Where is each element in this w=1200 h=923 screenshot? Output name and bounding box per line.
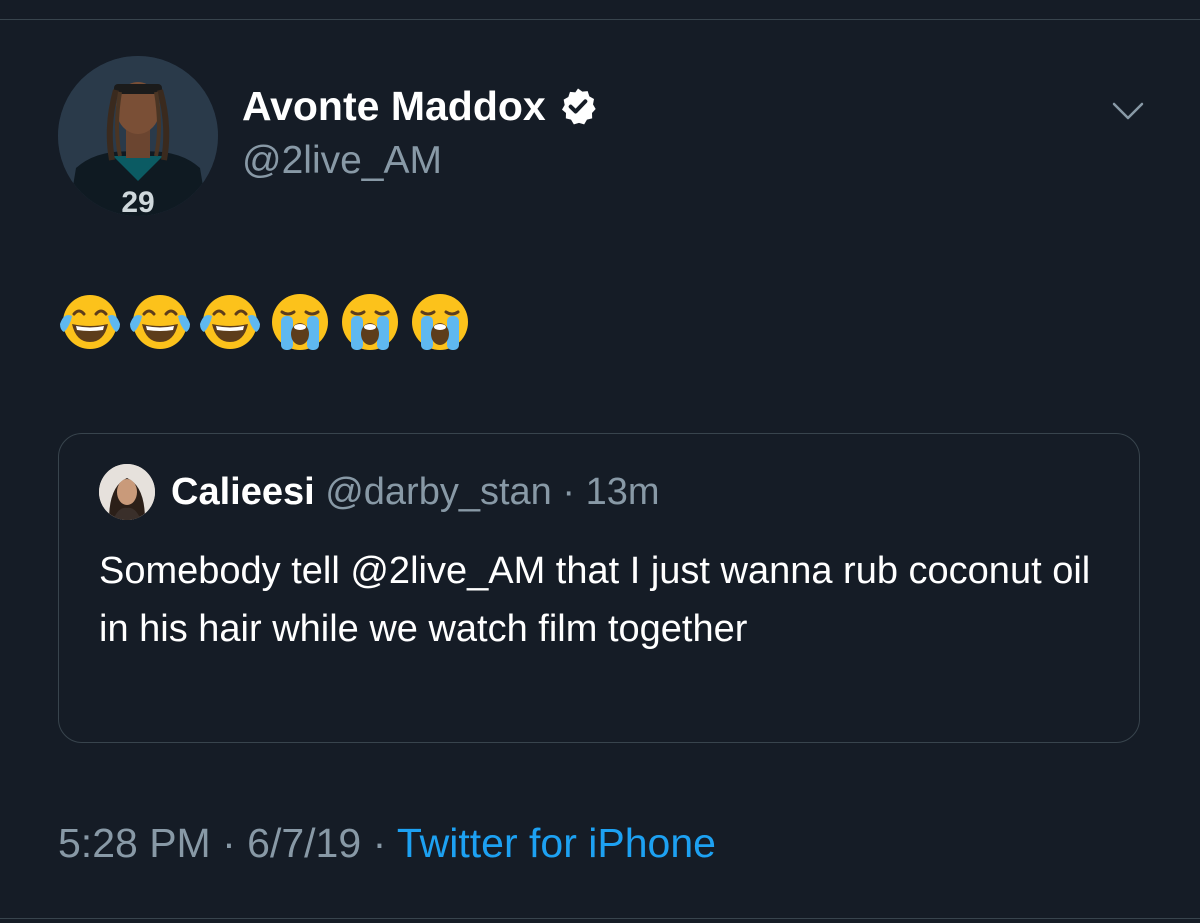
quoted-tweet-text: Somebody tell @2live_AM that I just wann… xyxy=(99,550,1091,650)
bottom-divider xyxy=(0,918,1200,919)
tweet-text-emojis xyxy=(58,290,472,354)
author-display-name[interactable]: Avonte Maddox xyxy=(242,82,598,130)
loudly-crying-face-icon xyxy=(412,294,468,350)
tweet-menu-button[interactable] xyxy=(1108,94,1148,130)
author-avatar[interactable]: 29 xyxy=(58,56,218,216)
quoted-author-avatar[interactable] xyxy=(99,464,155,520)
footer-separator: · xyxy=(222,820,236,866)
footer-separator: · xyxy=(372,820,387,866)
loudly-crying-face-icon xyxy=(272,294,328,350)
chevron-down-icon xyxy=(1112,102,1144,120)
quoted-tweet-header: Calieesi @darby_stan · 13m xyxy=(171,470,660,514)
tweet-time[interactable]: 5:28 PM xyxy=(58,820,211,866)
quoted-meta-separator: · xyxy=(562,471,576,513)
face-with-tears-of-joy-icon xyxy=(60,295,120,349)
top-divider xyxy=(0,19,1200,20)
author-handle[interactable]: @2live_AM xyxy=(242,138,442,184)
author-name-text: Avonte Maddox xyxy=(242,83,546,129)
tweet-date[interactable]: 6/7/19 xyxy=(247,820,361,866)
tweet-footer: 5:28 PM · 6/7/19 · Twitter for iPhone xyxy=(58,818,716,868)
tweet-source-link[interactable]: Twitter for iPhone xyxy=(397,820,716,866)
quoted-author-name[interactable]: Calieesi xyxy=(171,471,315,513)
verified-badge-icon xyxy=(561,88,596,125)
loudly-crying-face-icon xyxy=(342,294,398,350)
quoted-tweet-card[interactable]: Calieesi @darby_stan · 13m Somebody tell… xyxy=(58,433,1140,743)
quoted-author-handle[interactable]: @darby_stan xyxy=(325,471,552,513)
face-with-tears-of-joy-icon xyxy=(200,295,260,349)
face-with-tears-of-joy-icon xyxy=(130,295,190,349)
quoted-tweet-age: 13m xyxy=(585,471,660,513)
svg-text:29: 29 xyxy=(121,186,154,216)
